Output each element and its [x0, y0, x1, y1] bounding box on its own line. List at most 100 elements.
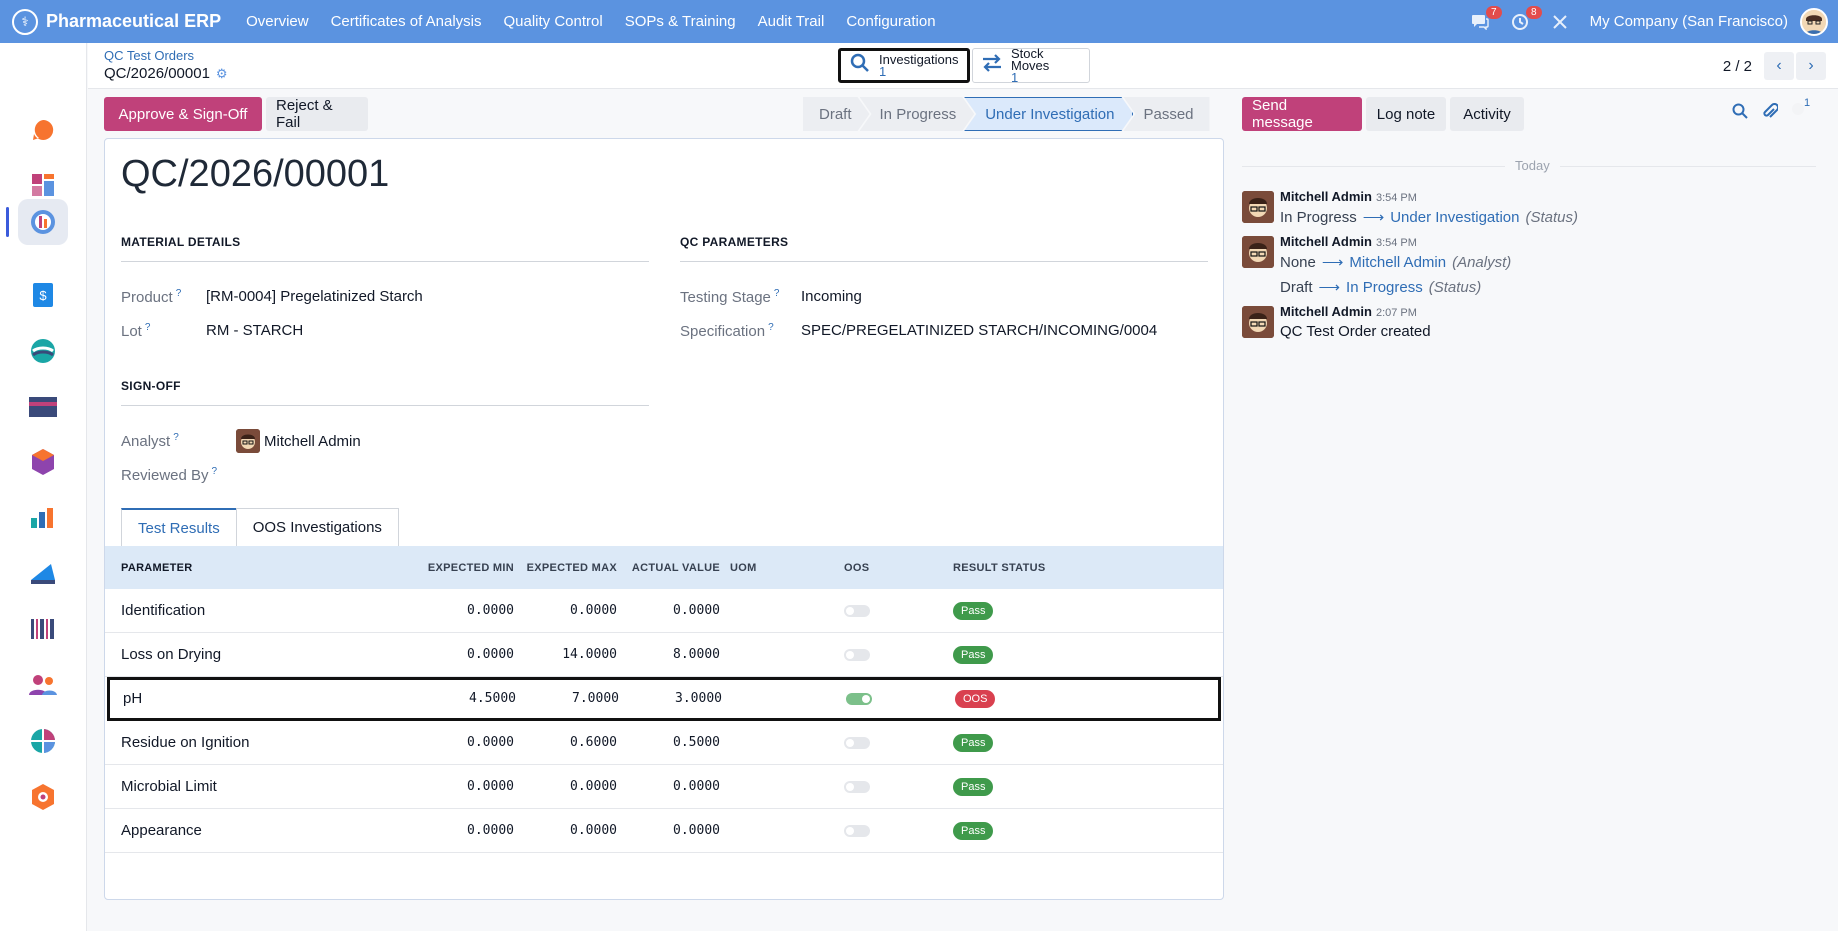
followers-button[interactable]: 1 [1792, 97, 1810, 126]
cell-expected-max[interactable]: 0.6000 [514, 735, 617, 750]
message-author-avatar[interactable] [1242, 191, 1274, 223]
app-invoicing[interactable]: $ [18, 272, 68, 318]
analyst-value[interactable]: Mitchell Admin [236, 429, 361, 453]
table-row[interactable]: Loss on Drying 0.0000 14.0000 8.0000 Pass [105, 633, 1223, 677]
message-author-avatar[interactable] [1242, 236, 1274, 268]
help-icon[interactable]: ? [173, 432, 179, 443]
pager-previous-button[interactable]: ‹ [1764, 52, 1794, 80]
table-row[interactable]: Microbial Limit 0.0000 0.0000 0.0000 Pass [105, 765, 1223, 809]
table-row[interactable]: Identification 0.0000 0.0000 0.0000 Pass [105, 589, 1223, 633]
app-barcode[interactable] [18, 606, 68, 652]
table-row[interactable]: Appearance 0.0000 0.0000 0.0000 Pass [105, 809, 1223, 853]
app-analytics[interactable] [18, 718, 68, 764]
breadcrumb-parent[interactable]: QC Test Orders [104, 48, 194, 63]
cell-expected-max[interactable]: 0.0000 [514, 823, 617, 838]
cell-parameter[interactable]: Identification [105, 602, 385, 619]
cell-parameter[interactable]: Microbial Limit [105, 778, 385, 795]
oos-toggle[interactable] [846, 692, 872, 705]
cell-expected-max[interactable]: 7.0000 [516, 691, 619, 706]
cell-parameter[interactable]: Loss on Drying [105, 646, 385, 663]
menu-overview[interactable]: Overview [235, 13, 320, 30]
oos-toggle[interactable] [844, 824, 870, 837]
table-row[interactable]: pH 4.5000 7.0000 3.0000 OOS [107, 677, 1221, 721]
cell-parameter[interactable]: Residue on Ignition [105, 734, 385, 751]
gear-icon[interactable]: ⚙ [216, 66, 228, 82]
menu-configuration[interactable]: Configuration [835, 13, 946, 30]
cell-expected-min[interactable]: 0.0000 [385, 647, 514, 662]
app-quality-control[interactable] [18, 199, 68, 245]
cell-parameter[interactable]: Appearance [105, 822, 385, 839]
cell-actual-value[interactable]: 8.0000 [617, 647, 720, 662]
approve-signoff-button[interactable]: Approve & Sign-Off [104, 97, 262, 131]
menu-quality-control[interactable]: Quality Control [493, 13, 614, 30]
tab-oos-investigations[interactable]: OOS Investigations [235, 508, 399, 546]
specification-value[interactable]: SPEC/PREGELATINIZED STARCH/INCOMING/0004 [801, 322, 1157, 339]
product-value[interactable]: [RM-0004] Pregelatinized Starch [206, 288, 423, 305]
pager-next-button[interactable]: › [1796, 52, 1826, 80]
cell-expected-min[interactable]: 0.0000 [385, 603, 514, 618]
activities-button[interactable]: 8 [1506, 5, 1542, 36]
help-icon[interactable]: ? [145, 322, 151, 333]
help-icon[interactable]: ? [212, 466, 218, 477]
app-sync[interactable] [18, 328, 68, 374]
header-parameter[interactable]: PARAMETER [105, 562, 385, 574]
investigations-smart-button[interactable]: Investigations 1 [838, 48, 970, 83]
stage-in-progress[interactable]: In Progress [860, 97, 975, 131]
lot-value[interactable]: RM - STARCH [206, 322, 303, 339]
header-actual-value[interactable]: ACTUAL VALUE [617, 562, 720, 574]
oos-toggle[interactable] [844, 736, 870, 749]
cell-expected-max[interactable]: 0.0000 [514, 603, 617, 618]
menu-audit-trail[interactable]: Audit Trail [747, 13, 836, 30]
message-author[interactable]: Mitchell Admin 3:54 PM [1280, 234, 1417, 249]
attachments-button[interactable] [1762, 102, 1780, 126]
log-note-button[interactable]: Log note [1366, 97, 1446, 131]
cell-actual-value[interactable]: 0.0000 [617, 779, 720, 794]
oos-toggle[interactable] [844, 604, 870, 617]
brand[interactable]: ⚕ Pharmaceutical ERP [12, 8, 221, 35]
stock-moves-smart-button[interactable]: Stock Moves 1 [972, 47, 1090, 84]
app-documents[interactable] [18, 551, 68, 597]
messages-button[interactable]: 7 [1466, 5, 1502, 36]
help-icon[interactable]: ? [774, 288, 780, 299]
stage-passed[interactable]: Passed [1123, 97, 1210, 131]
stage-draft[interactable]: Draft [803, 97, 870, 131]
debug-tools-button[interactable] [1546, 8, 1574, 36]
cell-actual-value[interactable]: 0.5000 [617, 735, 720, 750]
pager-value[interactable]: 2 / 2 [1723, 58, 1752, 75]
reject-fail-button[interactable]: Reject & Fail [266, 97, 368, 131]
activity-button[interactable]: Activity [1450, 97, 1524, 131]
message-author[interactable]: Mitchell Admin 2:07 PM [1280, 304, 1417, 319]
menu-certificates-of-analysis[interactable]: Certificates of Analysis [320, 13, 493, 30]
cell-expected-min[interactable]: 4.5000 [387, 691, 516, 706]
header-result-status[interactable]: RESULT STATUS [953, 562, 1153, 574]
table-row[interactable]: Residue on Ignition 0.0000 0.6000 0.5000 Pas… [105, 721, 1223, 765]
cell-expected-min[interactable]: 0.0000 [385, 823, 514, 838]
cell-expected-min[interactable]: 0.0000 [385, 779, 514, 794]
cell-expected-max[interactable]: 14.0000 [514, 647, 617, 662]
header-expected-max[interactable]: EXPECTED MAX [514, 562, 617, 574]
cell-actual-value[interactable]: 0.0000 [617, 823, 720, 838]
oos-toggle[interactable] [844, 648, 870, 661]
app-employees[interactable] [18, 662, 68, 708]
cell-expected-max[interactable]: 0.0000 [514, 779, 617, 794]
testing-stage-value[interactable]: Incoming [801, 288, 862, 305]
search-messages-button[interactable] [1732, 103, 1748, 126]
send-message-button[interactable]: Send message [1242, 97, 1362, 131]
stage-under-investigation[interactable]: Under Investigation [964, 97, 1133, 131]
app-settings[interactable] [18, 774, 68, 820]
company-switcher[interactable]: My Company (San Francisco) [1590, 13, 1788, 30]
cell-actual-value[interactable]: 0.0000 [617, 603, 720, 618]
message-author-avatar[interactable] [1242, 306, 1274, 338]
menu-sops-training[interactable]: SOPs & Training [614, 13, 747, 30]
header-uom[interactable]: UOM [720, 562, 830, 574]
help-icon[interactable]: ? [176, 288, 182, 299]
app-reporting[interactable] [18, 495, 68, 541]
app-payment[interactable] [18, 384, 68, 430]
app-discuss[interactable] [18, 107, 68, 153]
message-author[interactable]: Mitchell Admin 3:54 PM [1280, 189, 1417, 204]
app-inventory[interactable] [18, 439, 68, 485]
header-oos[interactable]: OOS [830, 562, 953, 574]
oos-toggle[interactable] [844, 780, 870, 793]
header-expected-min[interactable]: EXPECTED MIN [385, 562, 514, 574]
tab-test-results[interactable]: Test Results [121, 508, 237, 546]
